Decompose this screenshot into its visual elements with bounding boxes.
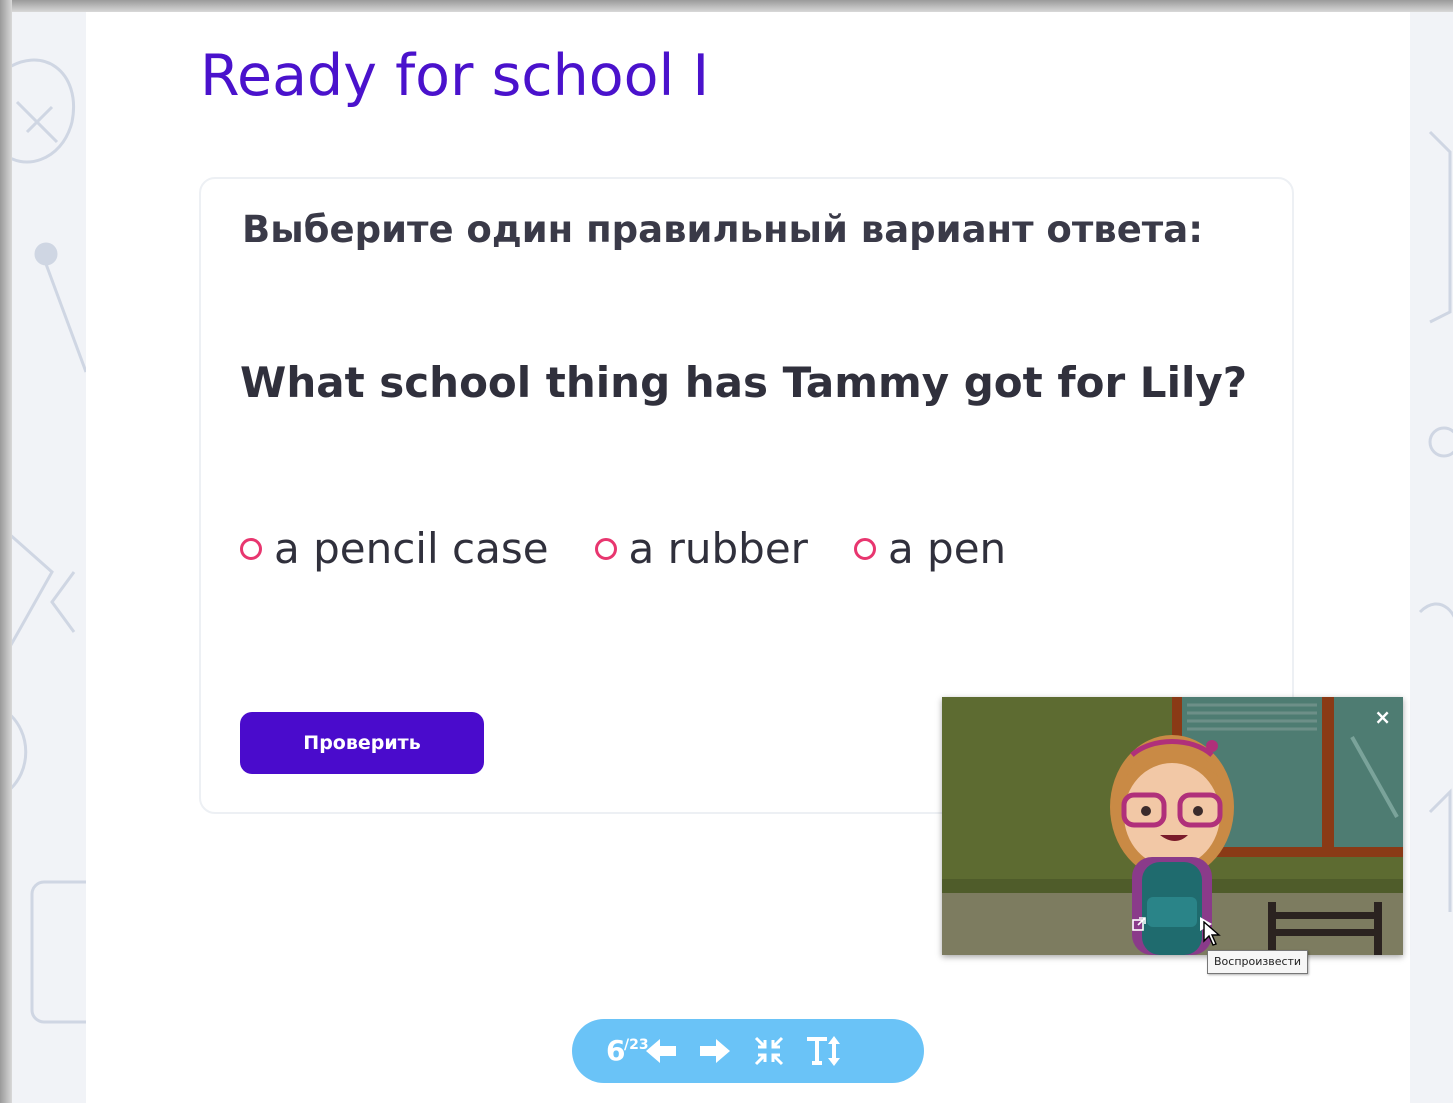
arrow-right-icon[interactable] — [697, 1033, 733, 1069]
collapse-icon[interactable] — [751, 1033, 787, 1069]
background-doodles-right — [1410, 12, 1453, 1103]
task-instruction: Выберите один правильный вариант ответа: — [242, 208, 1204, 251]
option-pencil-case[interactable]: a pencil case — [240, 520, 549, 578]
close-icon[interactable]: × — [1374, 705, 1391, 729]
option-label: a rubber — [628, 524, 808, 573]
slide-total: /23 — [624, 1037, 649, 1053]
radio-button[interactable] — [594, 538, 617, 560]
check-button[interactable]: Проверить — [240, 712, 484, 774]
slide-number: 6 — [606, 1034, 626, 1067]
answer-options: a pencil case a rubber a pen — [240, 520, 1052, 578]
option-rubber[interactable]: a rubber — [594, 520, 808, 578]
window-frame-left — [0, 0, 12, 1103]
arrow-left-icon[interactable] — [643, 1033, 679, 1069]
question-text: What school thing has Tammy got for Lily… — [240, 358, 1248, 407]
video-player[interactable]: × — [942, 697, 1403, 955]
text-size-icon[interactable] — [805, 1033, 841, 1069]
slide-toolbar: 6 /23 — [572, 1019, 924, 1083]
radio-button[interactable] — [240, 538, 262, 560]
radio-button[interactable] — [853, 538, 876, 560]
option-label: a pen — [887, 524, 1007, 573]
external-link-icon[interactable] — [1132, 917, 1146, 931]
option-label: a pencil case — [274, 524, 549, 573]
lesson-title: Ready for school I — [200, 43, 710, 109]
window-frame-top — [0, 0, 1453, 12]
option-pen[interactable]: a pen — [853, 520, 1007, 578]
background-doodles-left — [12, 12, 86, 1103]
video-frame — [942, 697, 1403, 955]
slide-counter: 6 /23 — [606, 1034, 649, 1067]
mouse-cursor-icon — [1203, 921, 1221, 946]
play-tooltip: Воспроизвести — [1207, 950, 1309, 974]
